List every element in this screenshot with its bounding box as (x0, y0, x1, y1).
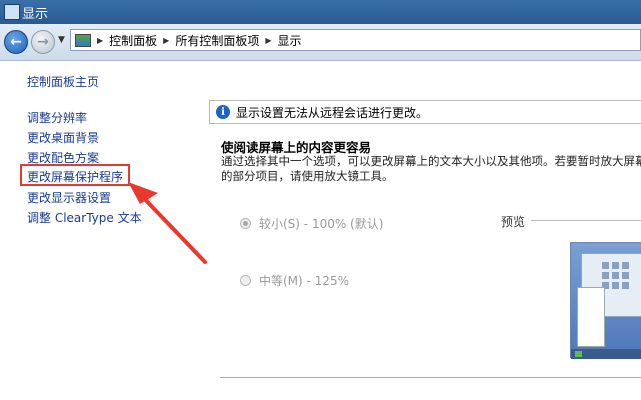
address-field[interactable]: ▶ 控制面板 ▶ 所有控制面板项 ▶ 显示 (70, 29, 641, 51)
chevron-right-icon[interactable]: ▶ (97, 36, 103, 45)
window-title: 显示 (22, 7, 49, 22)
radio-smaller[interactable] (240, 218, 251, 229)
breadcrumb-control-panel[interactable]: 控制面板 (109, 32, 157, 49)
info-bar: i 显示设置无法从远程会话进行更改。 (209, 100, 641, 124)
forward-arrow-icon[interactable]: → (31, 30, 55, 54)
sidebar-item-display-settings[interactable]: 更改显示器设置 (27, 189, 111, 206)
sidebar-item-desktop-background[interactable]: 更改桌面背景 (27, 129, 99, 146)
option-medium-label: 中等(M) - 125% (259, 274, 349, 288)
sidebar-item-cleartype[interactable]: 调整 ClearType 文本 (27, 209, 142, 226)
bottom-divider (220, 377, 641, 378)
history-dropdown-icon[interactable]: ▼ (58, 35, 65, 45)
control-panel-home-link[interactable]: 控制面板主页 (27, 73, 99, 90)
back-arrow-icon[interactable]: ← (4, 30, 28, 54)
info-message: 显示设置无法从远程会话进行更改。 (236, 105, 429, 120)
display-app-icon (4, 4, 20, 20)
preview-start-icon (575, 351, 582, 357)
preview-image (570, 242, 641, 359)
option-smaller[interactable]: 较小(S) - 100% (默认) (240, 215, 383, 232)
address-toolbar: ← → ▼ ▶ 控制面板 ▶ 所有控制面板项 ▶ 显示 (0, 24, 641, 61)
option-medium[interactable]: 中等(M) - 125% (240, 272, 349, 289)
preview-label: 预览 (501, 215, 526, 229)
preview-document (577, 287, 605, 347)
chevron-right-icon[interactable]: ▶ (265, 36, 271, 45)
option-smaller-label: 较小(S) - 100% (默认) (259, 217, 384, 231)
window-title-bar: 显示 (0, 0, 641, 24)
sidebar-item-adjust-resolution[interactable]: 调整分辨率 (27, 109, 87, 126)
section-description: 通过选择其中一个选项，可以更改屏幕上的文本大小以及其他项。若要暂时放大屏幕上的部… (221, 154, 641, 183)
control-panel-icon (75, 33, 91, 47)
breadcrumb-all-items[interactable]: 所有控制面板项 (175, 32, 259, 49)
preview-divider (531, 220, 641, 221)
chevron-right-icon[interactable]: ▶ (163, 36, 169, 45)
highlight-box (20, 164, 130, 186)
info-icon: i (216, 105, 230, 119)
breadcrumb-display[interactable]: 显示 (278, 32, 302, 49)
radio-medium[interactable] (240, 275, 251, 286)
